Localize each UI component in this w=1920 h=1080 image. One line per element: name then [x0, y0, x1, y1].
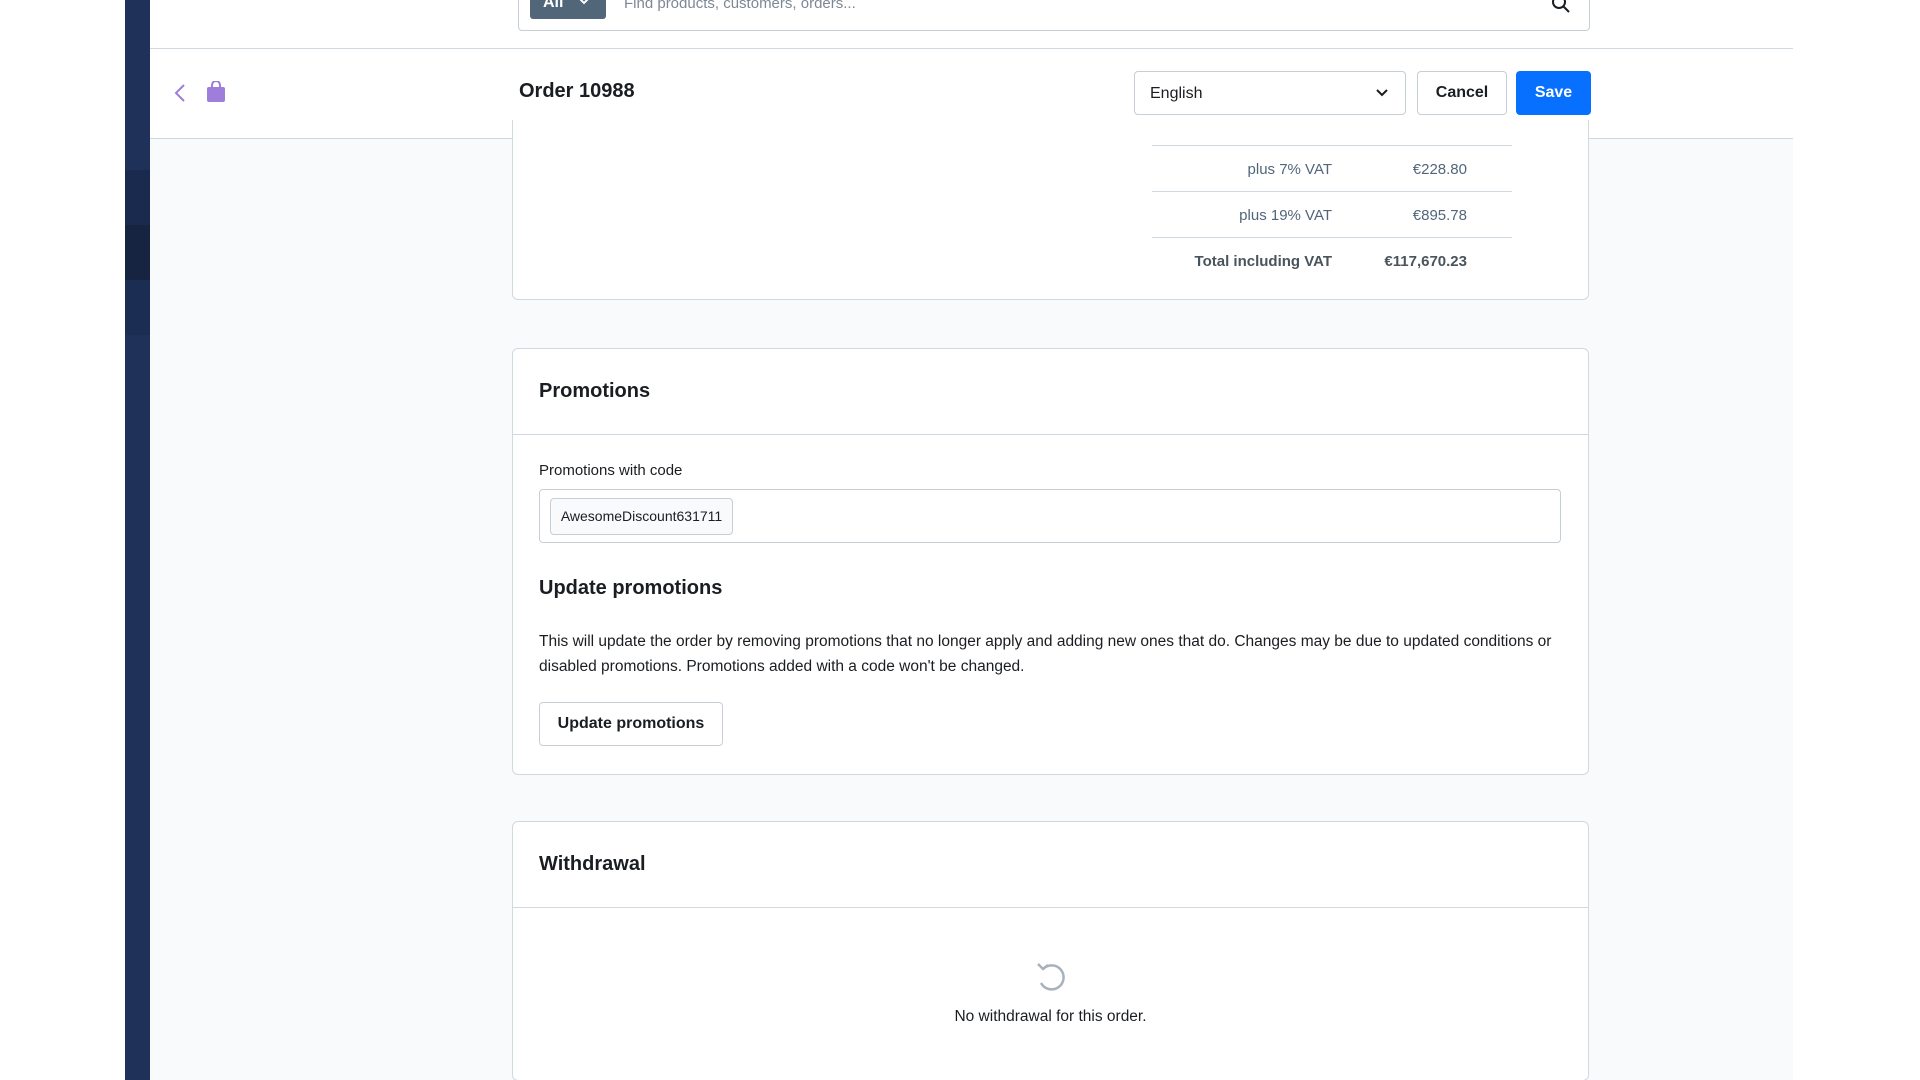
withdrawal-card: Withdrawal No withdrawal for this order.: [512, 821, 1589, 1080]
totals-row-label: Total including VAT: [1194, 253, 1332, 270]
undo-icon: [1037, 963, 1065, 991]
back-arrow-icon[interactable]: [174, 83, 186, 103]
cancel-button[interactable]: Cancel: [1417, 71, 1507, 115]
save-button[interactable]: Save: [1516, 71, 1591, 115]
search-type-dropdown[interactable]: All: [530, 0, 606, 19]
totals-row-total: Total including VAT €117,670.23: [1152, 237, 1512, 283]
sidebar-item[interactable]: [125, 280, 150, 335]
sidebar-item[interactable]: [125, 170, 150, 225]
totals-row-value: €117,670.23: [1384, 253, 1467, 270]
update-promotions-description: This will update the order by removing p…: [539, 633, 1552, 675]
page-title: Order 10988: [519, 80, 635, 102]
app-content: All Find products, customers, orders... …: [150, 0, 1793, 1080]
card-header: Promotions: [513, 349, 1588, 435]
chevron-down-icon: [579, 0, 589, 5]
top-bar: All Find products, customers, orders...: [150, 0, 1793, 49]
card-title: Promotions: [539, 380, 651, 402]
search-input[interactable]: Find products, customers, orders...: [624, 0, 856, 12]
promotion-code-tag[interactable]: AwesomeDiscount631711: [550, 498, 733, 535]
card-header: Withdrawal: [513, 822, 1588, 908]
chevron-down-icon: [1376, 89, 1388, 97]
language-select[interactable]: English: [1134, 71, 1406, 115]
shopping-bag-icon: [207, 81, 225, 102]
promotions-card: Promotions Promotions with code AwesomeD…: [512, 348, 1589, 775]
card-title: Withdrawal: [539, 853, 646, 875]
admin-sidebar: [125, 0, 150, 1080]
totals-row-label: plus 19% VAT: [1239, 207, 1332, 224]
search-type-label: All: [543, 0, 564, 11]
page: All Find products, customers, orders... …: [0, 0, 1920, 1080]
totals-row: plus 7% VAT €228.80: [1152, 145, 1512, 191]
empty-state-text: No withdrawal for this order.: [954, 1008, 1147, 1025]
totals-row-value: €228.80: [1412, 161, 1467, 178]
search-icon[interactable]: [1551, 0, 1571, 14]
update-promotions-button[interactable]: Update promotions: [539, 702, 723, 746]
sidebar-item-active[interactable]: [125, 225, 150, 280]
global-search[interactable]: All Find products, customers, orders...: [518, 0, 1590, 31]
promotion-code-input[interactable]: AwesomeDiscount631711: [539, 489, 1561, 543]
totals-row: plus 19% VAT €895.78: [1152, 191, 1512, 237]
language-select-value: English: [1150, 85, 1203, 102]
totals-row-label: plus 7% VAT: [1247, 161, 1332, 178]
promotion-code-label: Promotions with code: [539, 462, 683, 479]
totals-row-value: €895.78: [1412, 207, 1467, 224]
update-promotions-title: Update promotions: [539, 577, 723, 599]
order-totals-card: plus 7% VAT €228.80 plus 19% VAT €895.78…: [512, 120, 1589, 300]
